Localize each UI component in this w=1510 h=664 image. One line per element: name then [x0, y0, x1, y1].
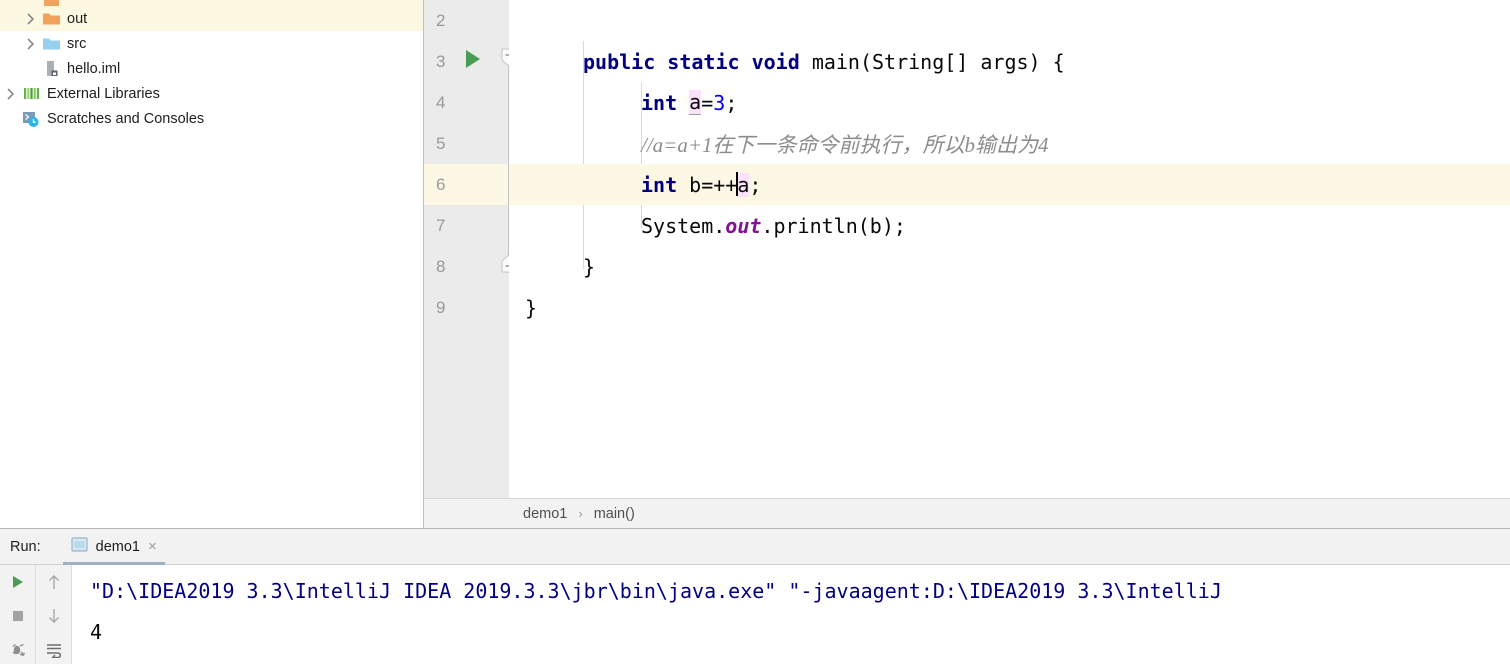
- stop-icon[interactable]: [7, 605, 29, 627]
- tree-item-external-libraries[interactable]: External Libraries: [0, 81, 423, 106]
- line-number: 7: [436, 215, 446, 235]
- code-text: public static void main(String[] args) {: [509, 41, 1510, 82]
- code-line-7[interactable]: System. out .println(b);: [509, 205, 1510, 246]
- run-tool-body: "D:\IDEA2019 3.3\IntelliJ IDEA 2019.3.3\…: [0, 565, 1510, 664]
- keyword-int: int: [641, 172, 678, 197]
- code-line-4[interactable]: int a = 3;: [509, 82, 1510, 123]
- code-line-8[interactable]: }: [509, 246, 1510, 287]
- semicolon: ;: [725, 90, 738, 115]
- console-line: 4: [90, 611, 1510, 652]
- up-arrow-icon[interactable]: [43, 571, 65, 593]
- folder-orange-icon: [40, 11, 62, 26]
- identifier-a-highlight: a: [737, 172, 750, 197]
- run-toolbar-left: [0, 565, 36, 664]
- rerun-icon[interactable]: [7, 571, 29, 593]
- scratches-icon: [20, 111, 42, 127]
- gutter-line: 9: [424, 287, 509, 328]
- run-tool-header: Run: demo1 ×: [0, 529, 1510, 565]
- code-line-2[interactable]: [509, 0, 1510, 41]
- console-tab-icon: [71, 536, 88, 557]
- code-text: int b=++ a;: [509, 164, 1510, 205]
- gutter-line: 7: [424, 205, 509, 246]
- chevron-right-icon[interactable]: [0, 87, 20, 100]
- iml-file-icon: [40, 60, 62, 77]
- code-text: }: [525, 295, 538, 320]
- gutter-line: 2: [424, 0, 509, 41]
- soft-wrap-icon[interactable]: [43, 639, 65, 661]
- line-number: 6: [436, 174, 446, 194]
- editor-gutter[interactable]: 2 3 4 5 6 7 8 9: [424, 0, 516, 498]
- expression-prefix: b=++: [677, 172, 738, 197]
- tree-item-label: out: [67, 10, 88, 27]
- tree-item-label: External Libraries: [47, 85, 160, 102]
- breadcrumb-item-method[interactable]: main(): [592, 506, 637, 522]
- tree-item-src[interactable]: src: [0, 31, 423, 56]
- gutter-line-current: 6: [424, 164, 509, 205]
- line-number: 2: [436, 10, 446, 30]
- literal-3: 3: [713, 90, 726, 115]
- down-arrow-icon[interactable]: [43, 605, 65, 627]
- ide-window: out src hello.iml External Libraries Scr…: [0, 0, 1510, 664]
- identifier-a-highlight: a: [689, 90, 702, 115]
- println-call: .println(b);: [761, 213, 906, 238]
- keyword-int: int: [641, 90, 678, 115]
- close-icon[interactable]: ×: [148, 539, 157, 554]
- run-gutter-icon[interactable]: [466, 50, 480, 68]
- tree-item-label: src: [67, 35, 87, 52]
- semicolon: ;: [749, 172, 762, 197]
- project-tree-panel: out src hello.iml External Libraries Scr…: [0, 0, 424, 528]
- breadcrumb-separator: ›: [578, 506, 583, 521]
- run-tab-title: demo1: [95, 538, 140, 555]
- keyword-static: static: [667, 49, 740, 74]
- run-label: Run:: [10, 538, 41, 555]
- folder-blue-icon: [40, 36, 62, 51]
- keyword-void: void: [751, 49, 800, 74]
- code-area[interactable]: public static void main(String[] args) {…: [509, 0, 1510, 498]
- operator-equals: =: [701, 90, 714, 115]
- code-comment: //a=a+1在下一条命令前执行，所以b输出为4: [641, 132, 1049, 157]
- tree-item-hello-iml[interactable]: hello.iml: [0, 56, 423, 81]
- run-tool-window: Run: demo1 × "D:\IDEA2019 3.3\IntelliJ I…: [0, 528, 1510, 664]
- system-qualifier: System.: [641, 213, 726, 238]
- code-line-3[interactable]: public static void main(String[] args) {: [509, 41, 1510, 82]
- debug-icon[interactable]: [7, 639, 29, 661]
- breadcrumb: demo1 › main(): [424, 498, 1510, 528]
- editor-body[interactable]: 2 3 4 5 6 7 8 9 public static void main(…: [424, 0, 1510, 498]
- code-text: int a = 3;: [509, 82, 1510, 123]
- tree-item-label: Scratches and Consoles: [47, 110, 205, 127]
- line-number: 5: [436, 133, 446, 153]
- console-line: "D:\IDEA2019 3.3\IntelliJ IDEA 2019.3.3\…: [90, 570, 1510, 611]
- field-out: out: [725, 213, 762, 238]
- editor: 2 3 4 5 6 7 8 9 public static void main(…: [424, 0, 1510, 528]
- chevron-right-icon[interactable]: [20, 37, 40, 50]
- code-text: }: [583, 254, 596, 279]
- console-output-text: 4: [90, 619, 103, 644]
- code-text: System. out .println(b);: [509, 205, 1510, 246]
- folder-icon: [40, 0, 62, 6]
- run-toolbar-right: [36, 565, 72, 664]
- text-caret: [736, 171, 739, 196]
- keyword-public: public: [583, 49, 656, 74]
- breadcrumb-item-class[interactable]: demo1: [521, 506, 569, 522]
- top-area: out src hello.iml External Libraries Scr…: [0, 0, 1510, 528]
- tree-item-scratches-and-consoles[interactable]: Scratches and Consoles: [0, 106, 423, 131]
- console-command-text: "D:\IDEA2019 3.3\IntelliJ IDEA 2019.3.3\…: [90, 578, 1222, 603]
- line-number: 4: [436, 92, 446, 112]
- gutter-line: 8: [424, 246, 509, 287]
- gutter-line: 4: [424, 82, 509, 123]
- method-signature: main(String[] args) {: [811, 49, 1065, 74]
- run-tab-demo1[interactable]: demo1 ×: [62, 529, 165, 565]
- line-number: 8: [436, 256, 446, 276]
- chevron-right-icon[interactable]: [20, 12, 40, 25]
- libraries-icon: [20, 86, 42, 101]
- code-line-9[interactable]: }: [509, 287, 1510, 328]
- code-line-6-current[interactable]: int b=++ a;: [509, 164, 1510, 205]
- code-line-5[interactable]: //a=a+1在下一条命令前执行，所以b输出为4: [509, 123, 1510, 164]
- tree-item-out[interactable]: out: [0, 6, 423, 31]
- line-number: 9: [436, 297, 446, 317]
- gutter-line: 5: [424, 123, 509, 164]
- console-output[interactable]: "D:\IDEA2019 3.3\IntelliJ IDEA 2019.3.3\…: [72, 565, 1510, 664]
- tree-item-label: hello.iml: [67, 60, 121, 77]
